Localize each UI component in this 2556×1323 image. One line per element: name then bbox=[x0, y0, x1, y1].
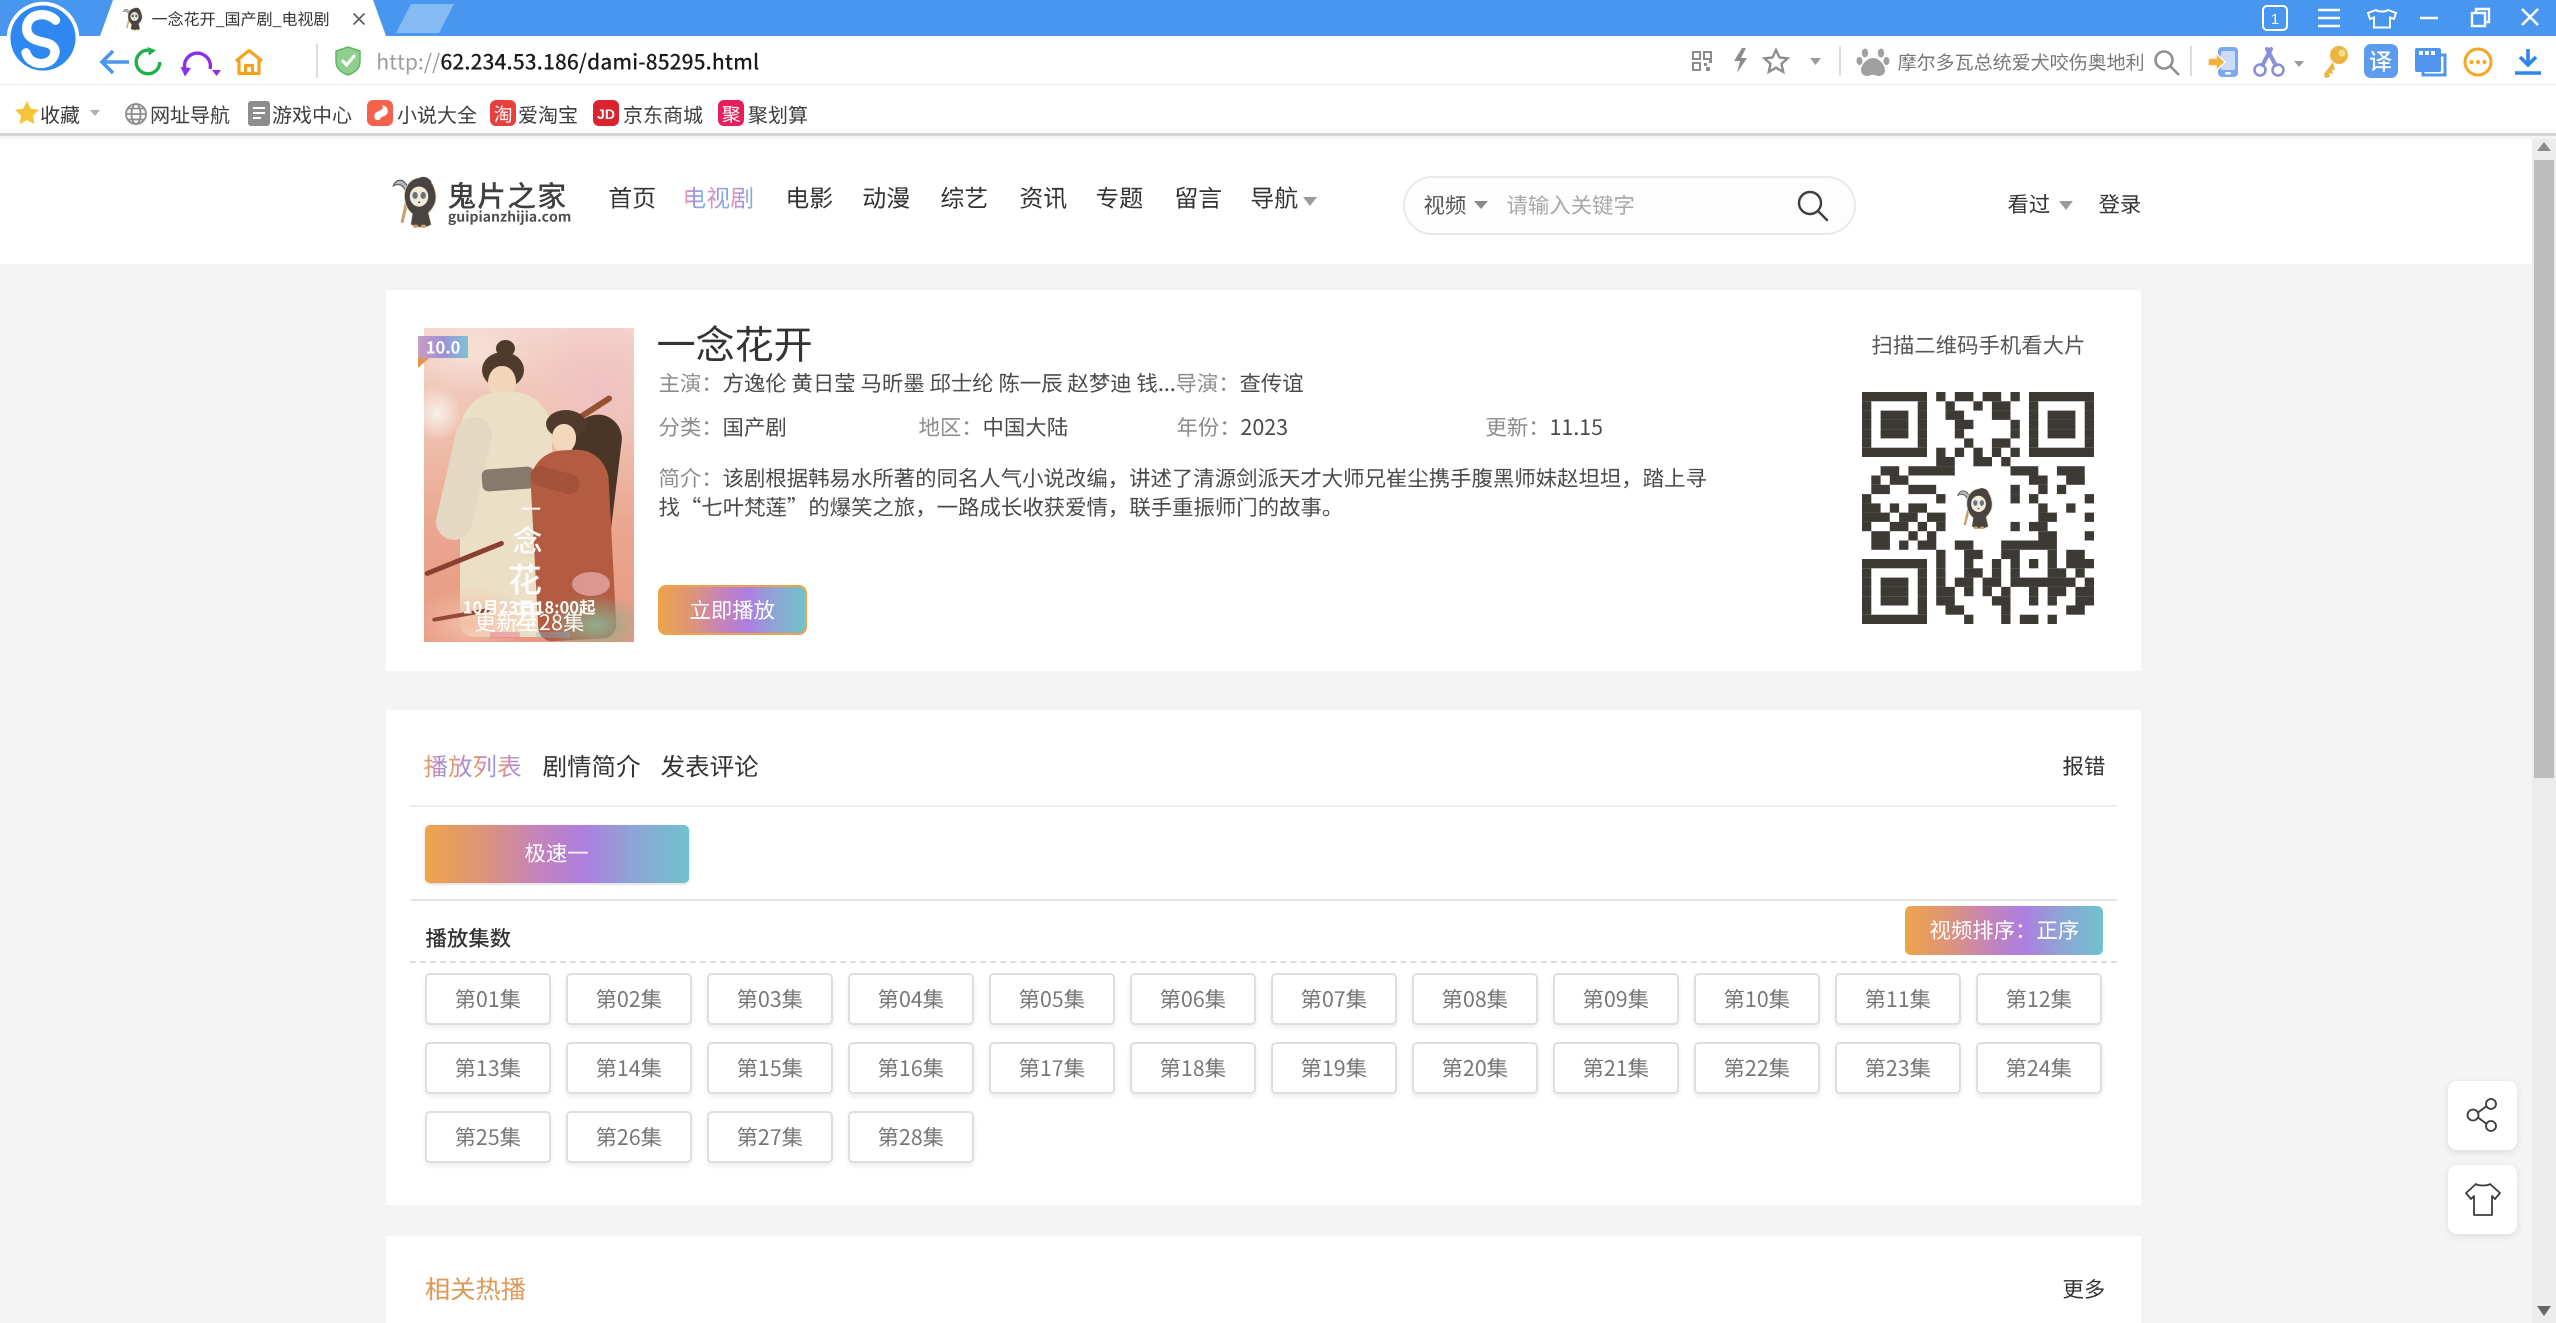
svg-text:1: 1 bbox=[2271, 11, 2279, 28]
svg-text:JD: JD bbox=[597, 106, 615, 122]
